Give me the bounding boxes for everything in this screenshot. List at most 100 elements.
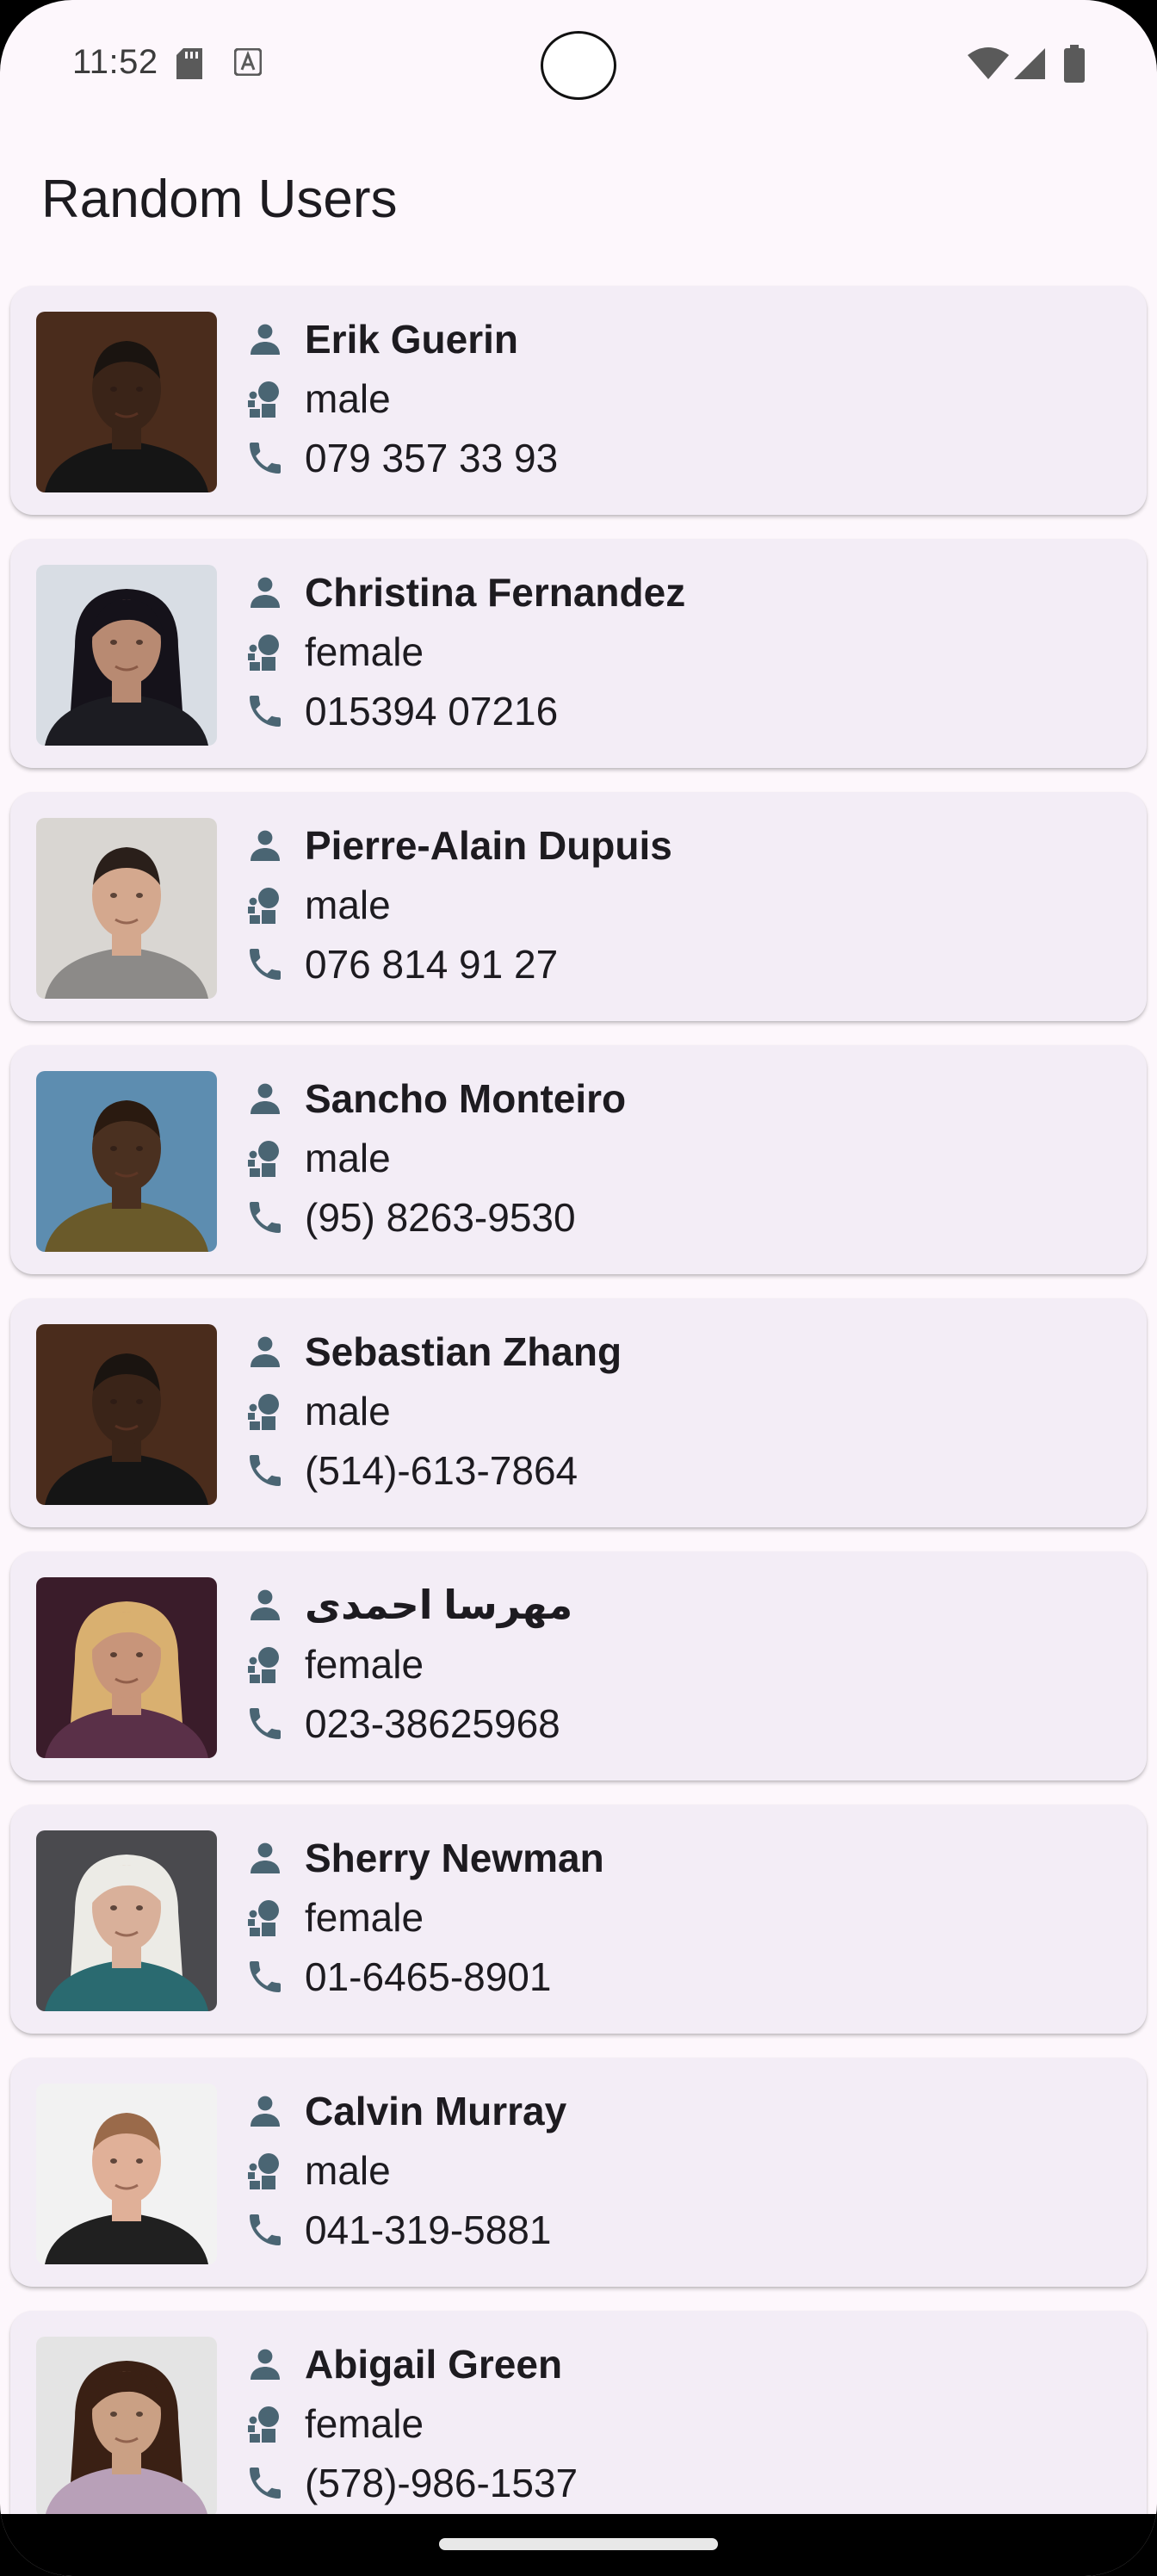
gender-icon xyxy=(244,626,296,678)
user-gender-row: male xyxy=(244,1382,391,1440)
user-name-row: Sancho Monteiro xyxy=(244,1069,626,1128)
user-avatar xyxy=(36,2084,217,2264)
user-card[interactable]: Sebastian Zhang male (514)-613-7864 xyxy=(10,1298,1147,1527)
user-gender: female xyxy=(305,629,424,674)
gender-icon xyxy=(244,879,296,931)
user-card[interactable]: Abigail Green female (578)-986-1537 xyxy=(10,2311,1147,2540)
person-icon xyxy=(244,2338,296,2390)
user-name: Sherry Newman xyxy=(305,1836,604,1880)
person-icon xyxy=(244,820,296,871)
user-gender: male xyxy=(305,882,391,927)
user-avatar xyxy=(36,1071,217,1252)
user-gender: female xyxy=(305,1642,424,1687)
user-name-row: Sebastian Zhang xyxy=(244,1322,622,1381)
user-name-row: Pierre-Alain Dupuis xyxy=(244,816,672,875)
user-gender-row: male xyxy=(244,2141,391,2200)
user-card[interactable]: مهرسا احمدی female 023-38625968 xyxy=(10,1551,1147,1780)
user-phone-row: (514)-613-7864 xyxy=(244,1441,578,1500)
phone-icon xyxy=(244,938,296,990)
user-avatar xyxy=(36,2337,217,2517)
user-gender-row: female xyxy=(244,2394,424,2453)
person-icon xyxy=(244,567,296,618)
phone-icon xyxy=(244,1698,296,1749)
user-name: Christina Fernandez xyxy=(305,570,686,615)
phone-icon xyxy=(244,2457,296,2509)
user-gender-row: male xyxy=(244,876,391,934)
user-phone: 076 814 91 27 xyxy=(305,942,559,987)
user-card[interactable]: Calvin Murray male 041-319-5881 xyxy=(10,2058,1147,2287)
user-name-row: مهرسا احمدی xyxy=(244,1576,572,1634)
user-list[interactable]: Erik Guerin male 079 357 33 93 Christina… xyxy=(0,0,1157,2540)
person-icon xyxy=(244,1073,296,1124)
person-icon xyxy=(244,1326,296,1378)
person-icon xyxy=(244,313,296,365)
user-phone-row: 023-38625968 xyxy=(244,1694,560,1753)
user-name: Sancho Monteiro xyxy=(305,1076,627,1121)
user-name: Erik Guerin xyxy=(305,317,518,362)
user-phone-row: 01-6465-8901 xyxy=(244,1947,551,2006)
user-name-row: Calvin Murray xyxy=(244,2082,566,2140)
app-screen: 11:52 Random Users Erik Guerin male 079 … xyxy=(0,0,1157,2576)
user-phone: (578)-986-1537 xyxy=(305,2461,578,2505)
person-icon xyxy=(244,1832,296,1884)
user-gender-row: male xyxy=(244,1129,391,1187)
user-name-row: Sherry Newman xyxy=(244,1829,604,1887)
user-phone-row: (95) 8263-9530 xyxy=(244,1188,576,1247)
user-avatar xyxy=(36,565,217,746)
user-avatar xyxy=(36,312,217,492)
user-card[interactable]: Pierre-Alain Dupuis male 076 814 91 27 xyxy=(10,792,1147,1021)
user-phone-row: 015394 07216 xyxy=(244,682,558,740)
user-phone: 041-319-5881 xyxy=(305,2208,552,2252)
gender-icon xyxy=(244,1385,296,1437)
user-name: مهرسا احمدی xyxy=(305,1582,573,1627)
user-gender-row: female xyxy=(244,622,424,681)
user-phone: (514)-613-7864 xyxy=(305,1448,578,1493)
phone-icon xyxy=(244,685,296,737)
user-avatar xyxy=(36,1324,217,1505)
person-icon xyxy=(244,2085,296,2137)
user-name-row: Erik Guerin xyxy=(244,310,518,368)
user-gender: female xyxy=(305,2401,424,2446)
user-gender: male xyxy=(305,376,391,421)
gender-icon xyxy=(244,1132,296,1184)
user-name-row: Abigail Green xyxy=(244,2335,562,2393)
user-name-row: Christina Fernandez xyxy=(244,563,685,622)
user-gender: male xyxy=(305,1389,391,1434)
user-phone: (95) 8263-9530 xyxy=(305,1195,576,1240)
gender-icon xyxy=(244,1892,296,1943)
home-gesture-handle[interactable] xyxy=(439,2538,718,2550)
person-icon xyxy=(244,1579,296,1631)
user-card[interactable]: Sancho Monteiro male (95) 8263-9530 xyxy=(10,1045,1147,1274)
user-name: Pierre-Alain Dupuis xyxy=(305,823,672,868)
user-phone: 015394 07216 xyxy=(305,689,559,734)
user-avatar xyxy=(36,1830,217,2011)
user-avatar xyxy=(36,1577,217,1758)
user-phone-row: 076 814 91 27 xyxy=(244,935,558,994)
gender-icon xyxy=(244,373,296,424)
user-phone: 023-38625968 xyxy=(305,1701,560,1746)
phone-icon xyxy=(244,2204,296,2256)
user-name: Sebastian Zhang xyxy=(305,1329,622,1374)
user-phone-row: 041-319-5881 xyxy=(244,2201,551,2259)
user-gender: male xyxy=(305,2148,391,2193)
user-card[interactable]: Sherry Newman female 01-6465-8901 xyxy=(10,1805,1147,2034)
phone-icon xyxy=(244,432,296,484)
user-phone-row: 079 357 33 93 xyxy=(244,429,558,487)
user-gender-row: female xyxy=(244,1888,424,1947)
gender-icon xyxy=(244,1638,296,1690)
user-name: Abigail Green xyxy=(305,2342,563,2387)
user-phone-row: (578)-986-1537 xyxy=(244,2454,578,2512)
user-name: Calvin Murray xyxy=(305,2089,567,2133)
phone-icon xyxy=(244,1445,296,1496)
phone-icon xyxy=(244,1951,296,2003)
gender-icon xyxy=(244,2145,296,2196)
phone-icon xyxy=(244,1192,296,1243)
user-card[interactable]: Erik Guerin male 079 357 33 93 xyxy=(10,286,1147,515)
user-gender: female xyxy=(305,1895,424,1940)
user-gender-row: male xyxy=(244,369,391,428)
user-phone: 01-6465-8901 xyxy=(305,1954,552,1999)
gender-icon xyxy=(244,2398,296,2449)
user-gender-row: female xyxy=(244,1635,424,1694)
user-phone: 079 357 33 93 xyxy=(305,436,559,480)
user-card[interactable]: Christina Fernandez female 015394 07216 xyxy=(10,539,1147,768)
